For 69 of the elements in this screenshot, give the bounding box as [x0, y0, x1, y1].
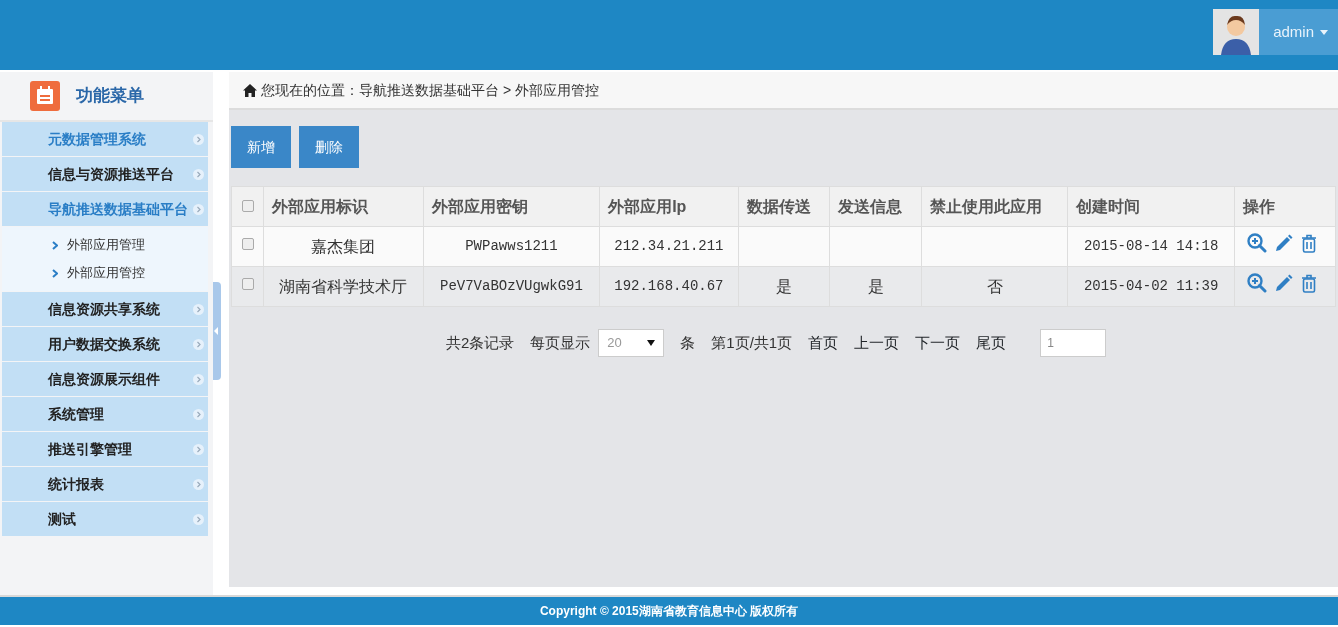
chevron-circle-icon	[193, 168, 204, 180]
zoom-in-icon[interactable]	[1247, 273, 1268, 293]
table-cell: 是	[775, 277, 792, 295]
submenu-item[interactable]: 外部应用管控	[2, 259, 208, 287]
sidebar-title: 功能菜单	[76, 85, 144, 108]
sidebar-item[interactable]: 信息资源共享系统	[2, 292, 208, 326]
collapse-handle[interactable]	[213, 282, 221, 380]
chevron-icon	[52, 240, 58, 250]
chevron-circle-icon	[193, 203, 204, 215]
unit-label: 条	[680, 332, 696, 353]
column-header: 外部应用标识	[263, 186, 424, 227]
sidebar-item[interactable]: 信息资源展示组件	[2, 362, 208, 396]
submenu-item[interactable]: 外部应用管理	[2, 231, 208, 259]
home-icon	[243, 83, 257, 97]
chevron-circle-icon	[193, 373, 204, 385]
record-count: 共2条记录	[446, 332, 515, 353]
trash-icon[interactable]	[1301, 233, 1318, 253]
select-all-checkbox[interactable]	[241, 199, 254, 212]
chevron-circle-icon	[193, 408, 204, 420]
page-size-label: 每页显示	[530, 332, 591, 353]
column-header: 数据传送	[738, 186, 830, 227]
delete-button[interactable]: 删除	[299, 126, 359, 168]
table-cell: 否	[986, 277, 1003, 295]
caret-icon	[1320, 29, 1328, 35]
sidebar-item[interactable]: 推送引擎管理	[2, 432, 208, 466]
row-checkbox[interactable]	[241, 238, 254, 250]
pencil-icon[interactable]	[1275, 234, 1294, 252]
chevron-circle-icon	[193, 513, 204, 525]
table-cell: 212.34.21.211	[614, 238, 724, 254]
table-cell: PWPawws1211	[465, 238, 558, 254]
table-cell: PeV7VaBOzVUgwkG91	[440, 278, 583, 294]
table-cell: 2015-08-14 14:18	[1083, 238, 1219, 254]
chevron-circle-icon	[193, 443, 204, 455]
page-link[interactable]: 尾页	[976, 331, 1007, 355]
sidebar-item[interactable]: 测试	[2, 502, 208, 536]
page-link[interactable]: 下一页	[915, 331, 961, 355]
chevron-circle-icon	[193, 303, 204, 315]
page-number-field[interactable]: 1	[1040, 329, 1107, 357]
breadcrumb: 您现在的位置：导航推送数据基础平台 > 外部应用管控	[261, 80, 599, 100]
column-header: 外部应用密钥	[423, 186, 600, 227]
dropdown-caret-icon	[647, 340, 656, 346]
chevron-circle-icon	[193, 478, 204, 490]
table-cell: 2015-04-02 11:39	[1083, 278, 1219, 294]
column-header: 创建时间	[1067, 186, 1235, 227]
page-link[interactable]: 上一页	[854, 331, 900, 355]
sidebar-item[interactable]: 统计报表	[2, 467, 208, 501]
row-checkbox[interactable]	[241, 278, 254, 290]
copyright-text: Copyright © 2015湖南省教育信息中心 版权所有	[539, 603, 799, 620]
chevron-icon	[52, 268, 58, 278]
column-header: 发送信息	[829, 186, 922, 227]
calendar-icon	[30, 81, 60, 111]
pencil-icon[interactable]	[1275, 274, 1294, 292]
sidebar-item[interactable]: 系统管理	[2, 397, 208, 431]
table-cell: 是	[867, 277, 884, 295]
page-link[interactable]: 首页	[808, 331, 839, 355]
table-cell: 192.168.40.67	[614, 278, 724, 294]
column-header: 禁止使用此应用	[921, 186, 1068, 227]
chevron-circle-icon	[193, 338, 204, 350]
table-cell: 湖南省科学技术厅	[279, 277, 408, 295]
sidebar-item[interactable]: 用户数据交换系统	[2, 327, 208, 361]
chevron-circle-icon	[193, 133, 204, 145]
add-button[interactable]: 新增	[231, 126, 291, 168]
zoom-in-icon[interactable]	[1247, 233, 1268, 253]
table-cell: 嘉杰集团	[311, 237, 376, 255]
trash-icon[interactable]	[1301, 273, 1318, 293]
column-header: 外部应用Ip	[599, 186, 739, 227]
page-info: 第1页/共1页	[711, 332, 793, 353]
sidebar-item[interactable]: 信息与资源推送平台	[2, 157, 208, 191]
column-header: 操作	[1234, 186, 1336, 227]
